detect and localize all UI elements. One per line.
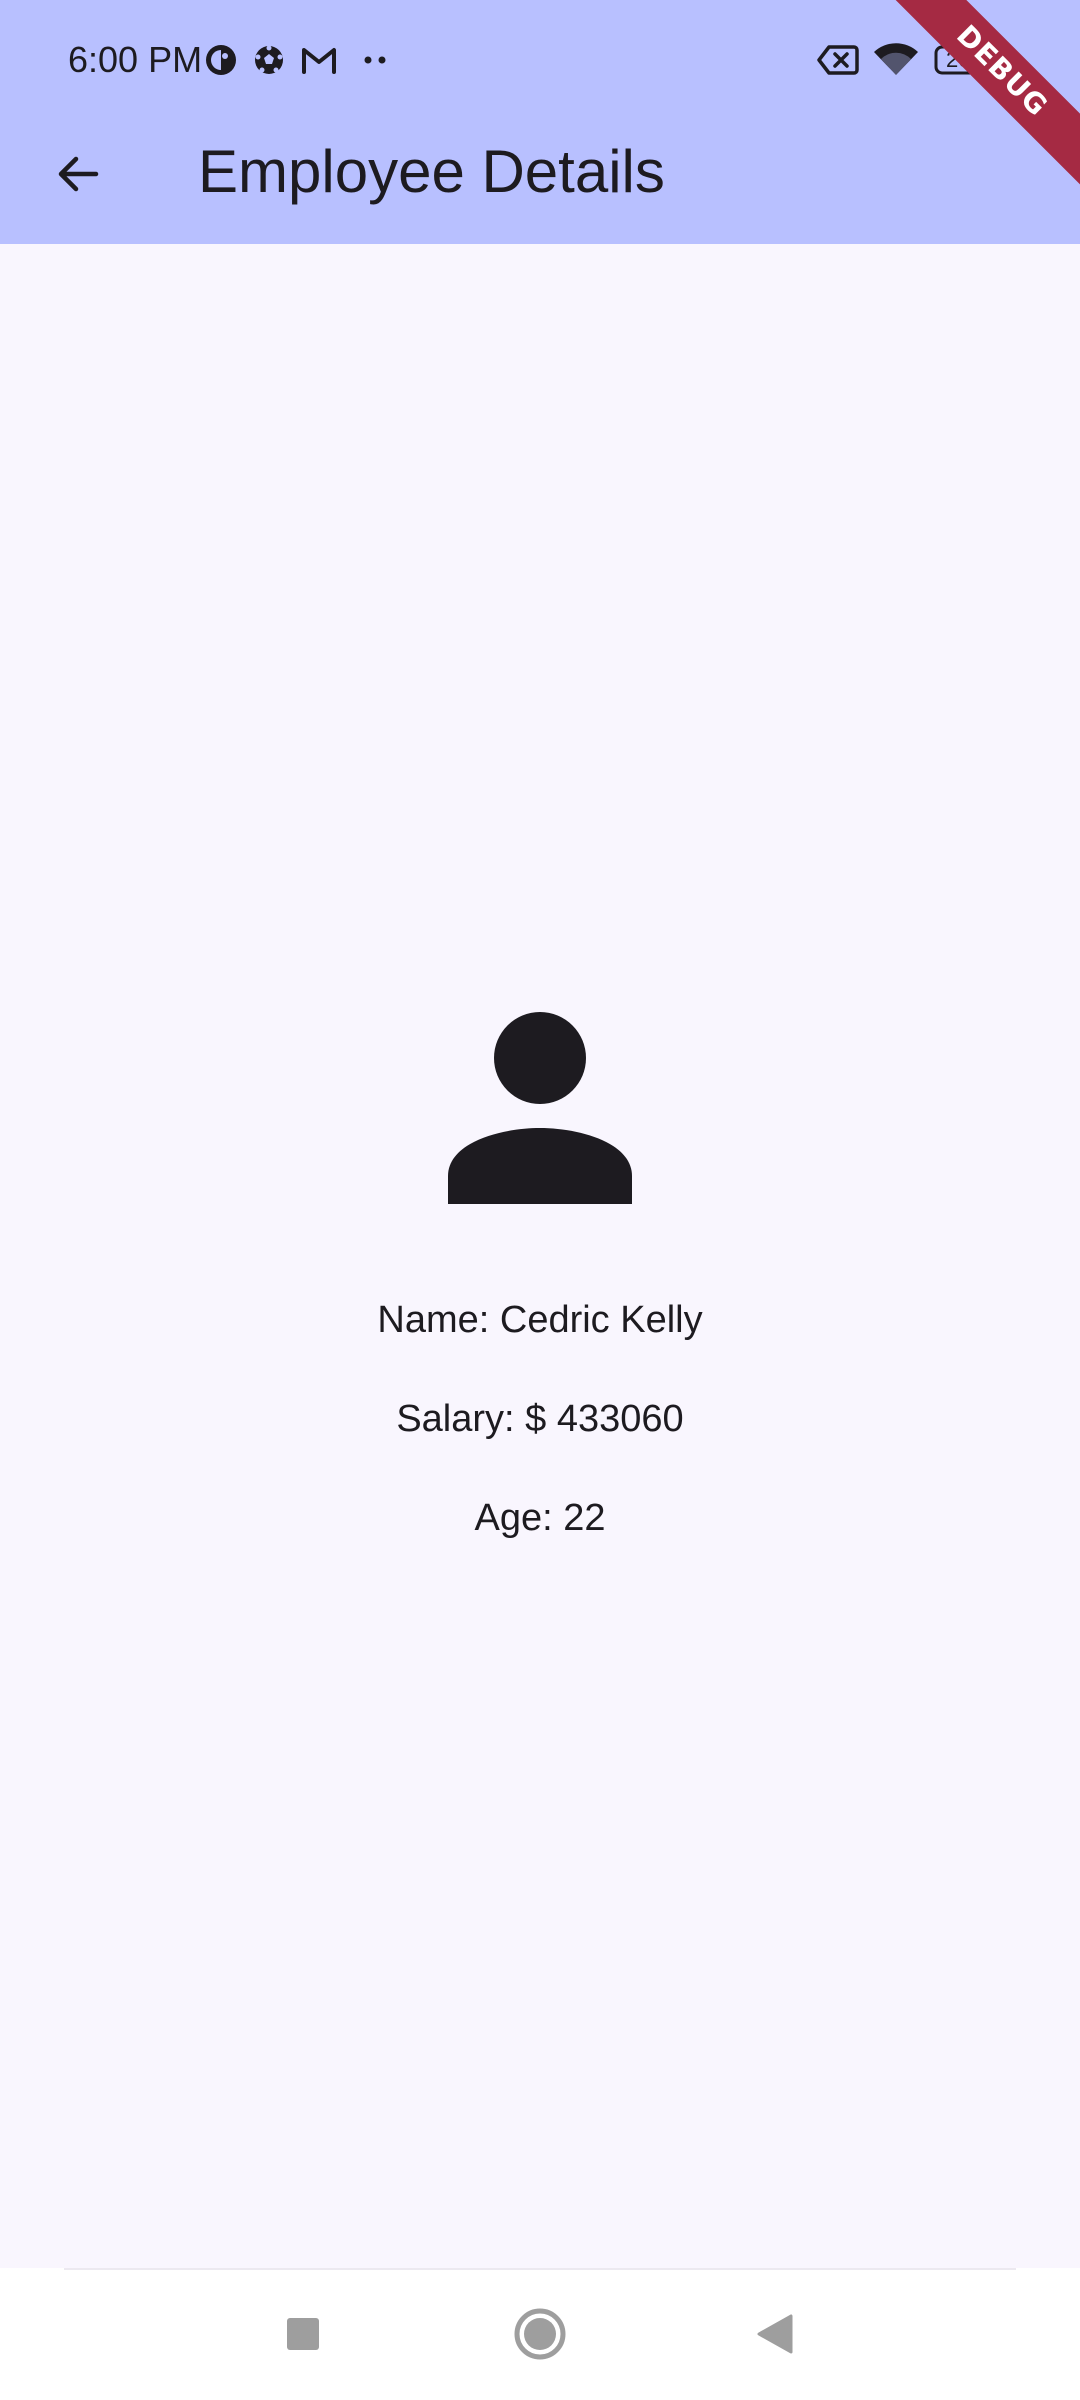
battery-level-text: 20 [946, 47, 971, 72]
employee-name: Name: Cedric Kelly [377, 1299, 703, 1341]
nav-back-button[interactable] [739, 2298, 811, 2370]
gmail-icon [300, 40, 338, 80]
circle-home-icon [514, 2308, 566, 2360]
soccer-ball-icon [251, 40, 287, 80]
page-title: Employee Details [198, 138, 665, 205]
back-button[interactable] [36, 132, 120, 216]
more-notifications-icon [360, 40, 390, 80]
battery-icon: 20 [934, 40, 998, 80]
square-recents-icon [287, 2318, 319, 2350]
person-icon [448, 1012, 632, 1204]
recents-button[interactable] [267, 2298, 339, 2370]
app-bar: Employee Details [0, 118, 1080, 244]
arrow-back-icon [58, 156, 99, 192]
no-sim-icon [816, 40, 860, 80]
wifi-icon [872, 40, 920, 80]
home-button[interactable] [504, 2298, 576, 2370]
status-bar: 6:00 PM 20 [0, 0, 1080, 118]
employee-salary: Salary: $ 433060 [396, 1398, 684, 1440]
nav-divider [64, 2268, 1016, 2270]
system-nav-bar [0, 2268, 1080, 2400]
triangle-back-icon [757, 2314, 793, 2354]
screen: 6:00 PM 20 Employee Details DEBUG Name: … [0, 0, 1080, 2400]
employee-details-body: Name: Cedric Kelly Salary: $ 433060 Age:… [0, 244, 1080, 2268]
employee-age: Age: 22 [474, 1497, 606, 1539]
status-time: 6:00 PM [68, 39, 203, 80]
app-notification-icon [203, 40, 239, 80]
